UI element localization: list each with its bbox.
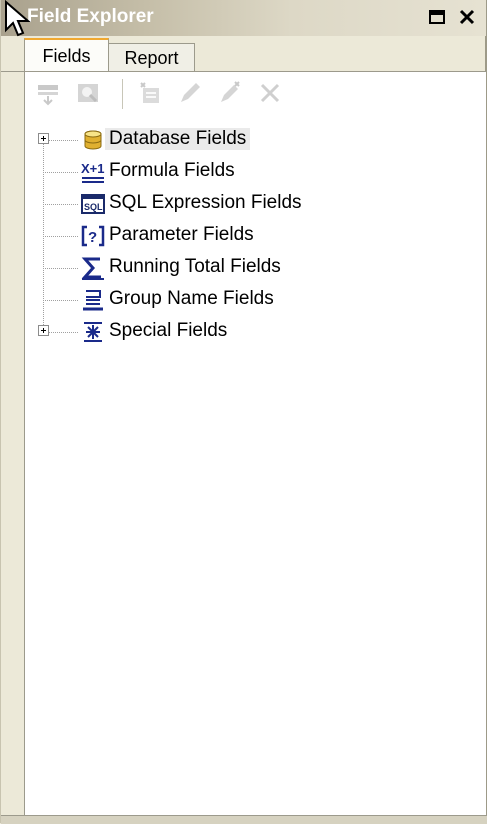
database-icon: [84, 130, 102, 150]
toolbar-separator: [122, 79, 123, 109]
browse-data-icon[interactable]: [75, 80, 101, 106]
tree-item-running-total-fields[interactable]: Running Total Fields: [25, 252, 425, 284]
tree-item-label: SQL Expression Fields: [109, 192, 302, 213]
svg-text:?: ?: [88, 229, 97, 246]
tab-strip: Fields Report: [1, 38, 486, 72]
special-fields-icon: [84, 322, 102, 342]
tree-item-label: Database Fields: [105, 128, 251, 150]
insert-to-report-icon[interactable]: [35, 80, 61, 106]
tree-item-group-name-fields[interactable]: Group Name Fields: [25, 284, 425, 316]
tree-item-database-fields[interactable]: Database Fields: [25, 124, 425, 156]
sql-icon: SQL: [81, 194, 105, 214]
svg-text:X+1: X+1: [81, 161, 105, 176]
tree-item-sql-expression-fields[interactable]: SQL SQL Expression Fields: [25, 188, 425, 220]
field-toolbar: [25, 72, 486, 114]
group-name-icon: [83, 290, 103, 311]
rename-field-icon[interactable]: [217, 80, 243, 106]
mouse-cursor-icon: [5, 0, 31, 37]
expand-toggle[interactable]: [38, 325, 49, 336]
sigma-icon: [81, 257, 104, 280]
tree-item-label: Group Name Fields: [109, 288, 274, 309]
fields-panel: Database Fields X+1 Formula Fields SQL S…: [24, 72, 486, 816]
delete-field-icon[interactable]: [257, 80, 283, 106]
field-explorer-window: Field Explorer Fields Report Database Fi…: [0, 0, 487, 824]
edit-field-icon[interactable]: [177, 80, 203, 106]
tree-item-special-fields[interactable]: Special Fields: [25, 316, 425, 348]
tree-item-label: Parameter Fields: [109, 224, 254, 245]
formula-icon: X+1: [81, 161, 105, 183]
tab-report[interactable]: Report: [109, 43, 195, 72]
tree-item-label: Special Fields: [109, 320, 228, 341]
tree-item-label: Formula Fields: [109, 160, 235, 181]
tree-item-formula-fields[interactable]: X+1 Formula Fields: [25, 156, 425, 188]
parameter-icon: ?: [81, 225, 105, 247]
tree-item-label: Running Total Fields: [109, 256, 281, 277]
tab-fields[interactable]: Fields: [24, 38, 109, 72]
title-bar[interactable]: Field Explorer: [1, 0, 486, 37]
close-icon[interactable]: [455, 5, 479, 29]
new-field-icon[interactable]: [137, 80, 163, 106]
window-title: Field Explorer: [27, 6, 154, 27]
tree-item-parameter-fields[interactable]: ? Parameter Fields: [25, 220, 425, 252]
svg-text:SQL: SQL: [84, 202, 103, 212]
restore-icon[interactable]: [425, 5, 449, 29]
expand-toggle[interactable]: [38, 133, 49, 144]
